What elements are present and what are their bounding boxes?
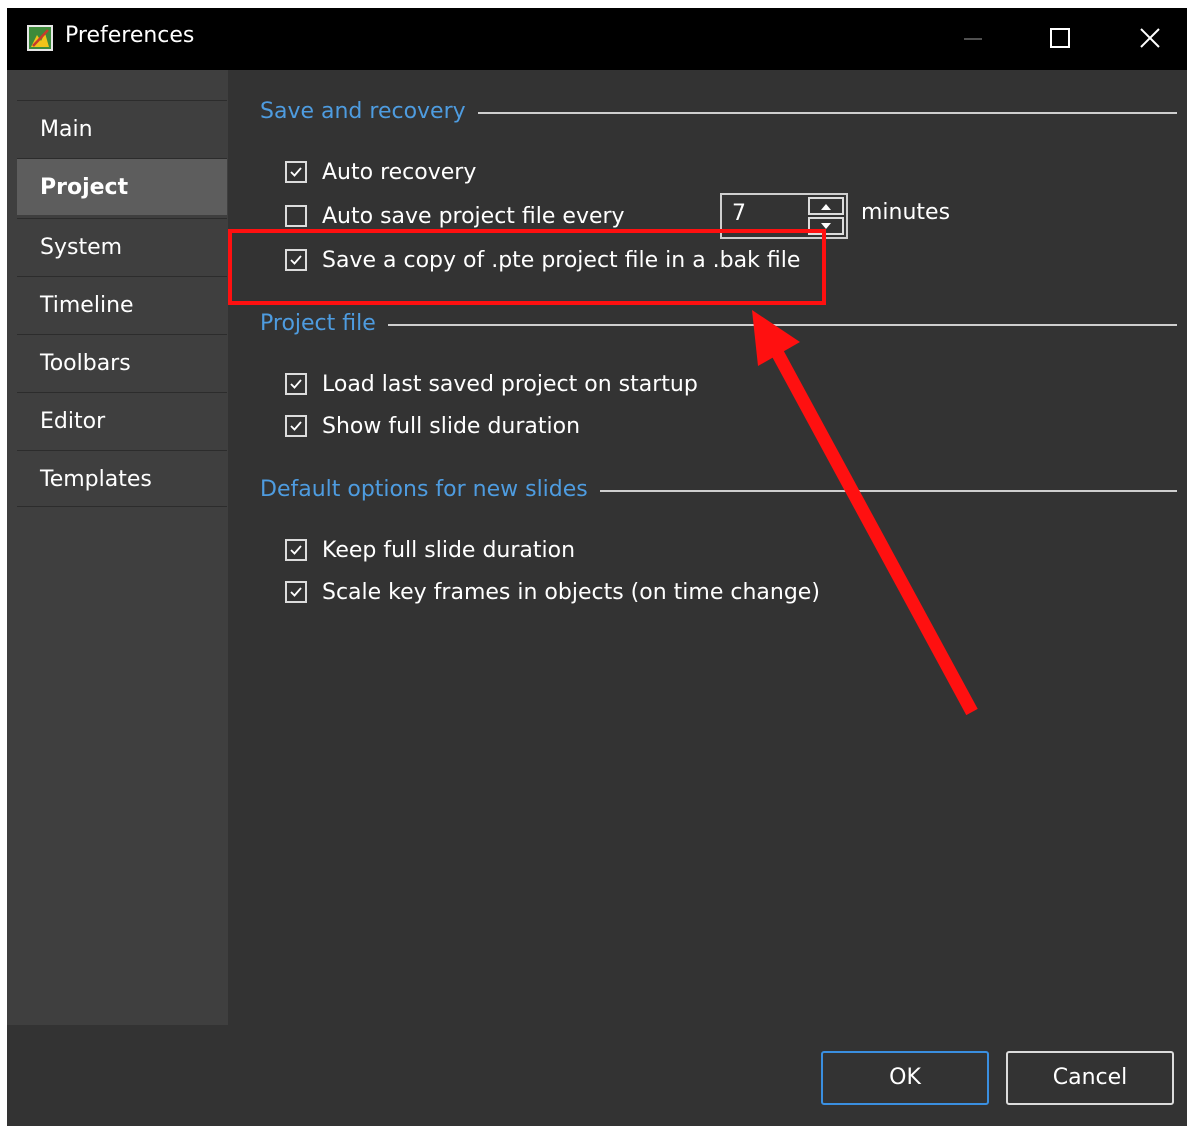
annotation-arrow-icon <box>752 310 978 716</box>
